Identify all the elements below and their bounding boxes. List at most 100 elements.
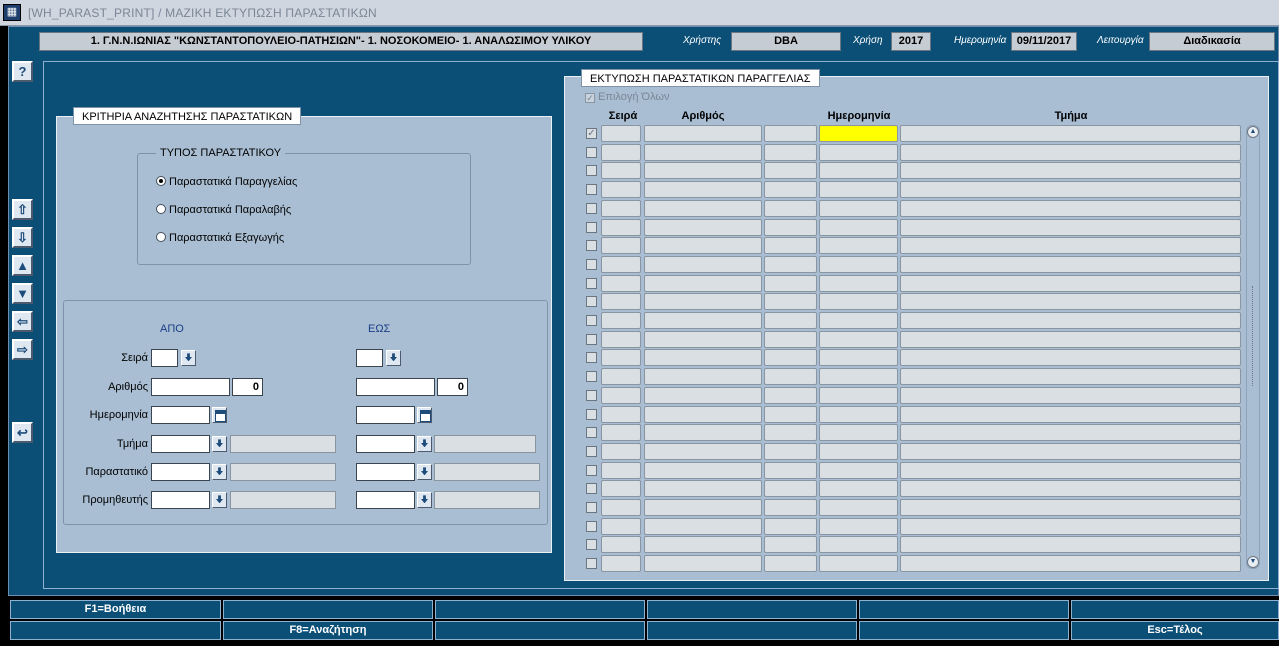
cell-extra[interactable] bbox=[764, 312, 817, 329]
cell-seira[interactable] bbox=[601, 143, 641, 161]
radio-order[interactable]: Παραστατικά Παραγγελίας bbox=[156, 176, 297, 188]
fkey-search[interactable]: F8=Αναζήτηση bbox=[223, 621, 433, 640]
cell-seira[interactable] bbox=[601, 405, 641, 423]
prev-field-button[interactable]: ⇦ bbox=[12, 311, 33, 332]
row-select-checkbox[interactable] bbox=[586, 483, 597, 495]
cell-extra[interactable] bbox=[764, 162, 817, 180]
cell-tmima[interactable] bbox=[900, 255, 1241, 273]
row-select-checkbox[interactable] bbox=[586, 371, 597, 383]
cell-seira[interactable] bbox=[601, 349, 641, 367]
cell-tmima[interactable] bbox=[900, 499, 1241, 516]
cell-arithmos[interactable] bbox=[644, 461, 762, 479]
row-select-checkbox[interactable] bbox=[586, 333, 597, 345]
select-all-checkbox[interactable]: ✓ Επιλογή Όλων bbox=[585, 91, 670, 103]
help-button[interactable]: ? bbox=[12, 61, 33, 82]
cell-hmerominia[interactable] bbox=[819, 555, 898, 573]
arithmos-from-number[interactable]: 0 bbox=[232, 378, 263, 396]
parastatiko-to-lov-button[interactable] bbox=[417, 464, 432, 480]
cell-arithmos[interactable] bbox=[644, 368, 762, 386]
cell-tmima[interactable] bbox=[900, 517, 1241, 535]
cell-hmerominia[interactable] bbox=[819, 199, 898, 217]
cell-seira[interactable] bbox=[601, 517, 641, 535]
fkey-slot-r1-5[interactable] bbox=[859, 600, 1069, 619]
arithmos-from-input[interactable] bbox=[151, 378, 230, 396]
exit-button[interactable]: ↩ bbox=[12, 422, 33, 443]
cell-seira[interactable] bbox=[601, 499, 641, 516]
prev-block-button[interactable]: ▲ bbox=[12, 255, 33, 276]
cell-extra[interactable] bbox=[764, 555, 817, 573]
cell-arithmos[interactable] bbox=[644, 386, 762, 404]
cell-hmerominia[interactable] bbox=[819, 312, 898, 329]
cell-tmima[interactable] bbox=[900, 293, 1241, 311]
cell-tmima[interactable] bbox=[900, 386, 1241, 404]
cell-hmerominia[interactable] bbox=[819, 274, 898, 292]
next-record-button[interactable]: ⇩ bbox=[12, 227, 33, 248]
radio-receipt-button[interactable] bbox=[156, 204, 166, 214]
row-select-checkbox[interactable] bbox=[586, 146, 597, 158]
row-select-checkbox[interactable] bbox=[586, 202, 597, 214]
cell-tmima[interactable] bbox=[900, 461, 1241, 479]
cell-tmima[interactable] bbox=[900, 162, 1241, 180]
cell-extra[interactable] bbox=[764, 255, 817, 273]
next-field-button[interactable]: ⇨ bbox=[12, 339, 33, 360]
radio-order-button[interactable] bbox=[156, 176, 166, 186]
cell-hmerominia[interactable] bbox=[819, 162, 898, 180]
row-select-checkbox[interactable] bbox=[586, 408, 597, 420]
cell-seira[interactable] bbox=[601, 162, 641, 180]
cell-seira[interactable] bbox=[601, 555, 641, 573]
fkey-slot-r2-1[interactable] bbox=[10, 621, 221, 640]
cell-tmima[interactable] bbox=[900, 405, 1241, 423]
radio-export-button[interactable] bbox=[156, 232, 166, 242]
cell-arithmos[interactable] bbox=[644, 274, 762, 292]
cell-extra[interactable] bbox=[764, 517, 817, 535]
cell-extra[interactable] bbox=[764, 424, 817, 442]
cell-hmerominia[interactable] bbox=[819, 218, 898, 236]
cell-seira[interactable] bbox=[601, 199, 641, 217]
cell-seira[interactable] bbox=[601, 330, 641, 348]
cell-hmerominia[interactable] bbox=[819, 293, 898, 311]
tmima-to-input[interactable] bbox=[356, 435, 415, 453]
cell-seira[interactable] bbox=[601, 368, 641, 386]
scroll-thumb[interactable] bbox=[1252, 286, 1254, 386]
cell-tmima[interactable] bbox=[900, 125, 1241, 142]
cell-tmima[interactable] bbox=[900, 199, 1241, 217]
fkey-slot-r1-6[interactable] bbox=[1071, 600, 1279, 619]
cell-seira[interactable] bbox=[601, 312, 641, 329]
radio-receipt[interactable]: Παραστατικά Παραλαβής bbox=[156, 204, 291, 216]
scroll-up-icon[interactable]: ▲ bbox=[1247, 126, 1259, 138]
cell-seira[interactable] bbox=[601, 237, 641, 255]
arithmos-to-input[interactable] bbox=[356, 378, 435, 396]
cell-tmima[interactable] bbox=[900, 368, 1241, 386]
cell-tmima[interactable] bbox=[900, 143, 1241, 161]
cell-arithmos[interactable] bbox=[644, 181, 762, 199]
fkey-slot-r2-5[interactable] bbox=[859, 621, 1069, 640]
row-select-checkbox[interactable] bbox=[586, 221, 597, 233]
cell-tmima[interactable] bbox=[900, 349, 1241, 367]
cell-seira[interactable] bbox=[601, 218, 641, 236]
tmima-from-input[interactable] bbox=[151, 435, 210, 453]
promitheftis-to-input[interactable] bbox=[356, 491, 415, 509]
parastatiko-from-lov-button[interactable] bbox=[212, 464, 227, 480]
radio-export[interactable]: Παραστατικά Εξαγωγής bbox=[156, 232, 284, 244]
cell-extra[interactable] bbox=[764, 442, 817, 460]
cell-arithmos[interactable] bbox=[644, 555, 762, 573]
cell-arithmos[interactable] bbox=[644, 442, 762, 460]
cell-hmerominia[interactable] bbox=[819, 424, 898, 442]
row-select-checkbox[interactable] bbox=[586, 502, 597, 513]
cell-tmima[interactable] bbox=[900, 480, 1241, 498]
cell-seira[interactable] bbox=[601, 480, 641, 498]
seira-to-input[interactable] bbox=[356, 349, 383, 367]
row-select-checkbox[interactable] bbox=[586, 184, 597, 196]
cell-tmima[interactable] bbox=[900, 555, 1241, 573]
cell-hmerominia[interactable] bbox=[819, 181, 898, 199]
hmerominia-to-input[interactable] bbox=[356, 406, 415, 424]
calendar-from-button[interactable] bbox=[212, 407, 227, 423]
cell-arithmos[interactable] bbox=[644, 349, 762, 367]
row-select-checkbox[interactable] bbox=[586, 277, 597, 289]
cell-hmerominia[interactable] bbox=[819, 517, 898, 535]
cell-arithmos[interactable] bbox=[644, 312, 762, 329]
cell-hmerominia[interactable] bbox=[819, 237, 898, 255]
cell-seira[interactable] bbox=[601, 255, 641, 273]
cell-hmerominia[interactable] bbox=[819, 442, 898, 460]
promitheftis-to-lov-button[interactable] bbox=[417, 492, 432, 508]
